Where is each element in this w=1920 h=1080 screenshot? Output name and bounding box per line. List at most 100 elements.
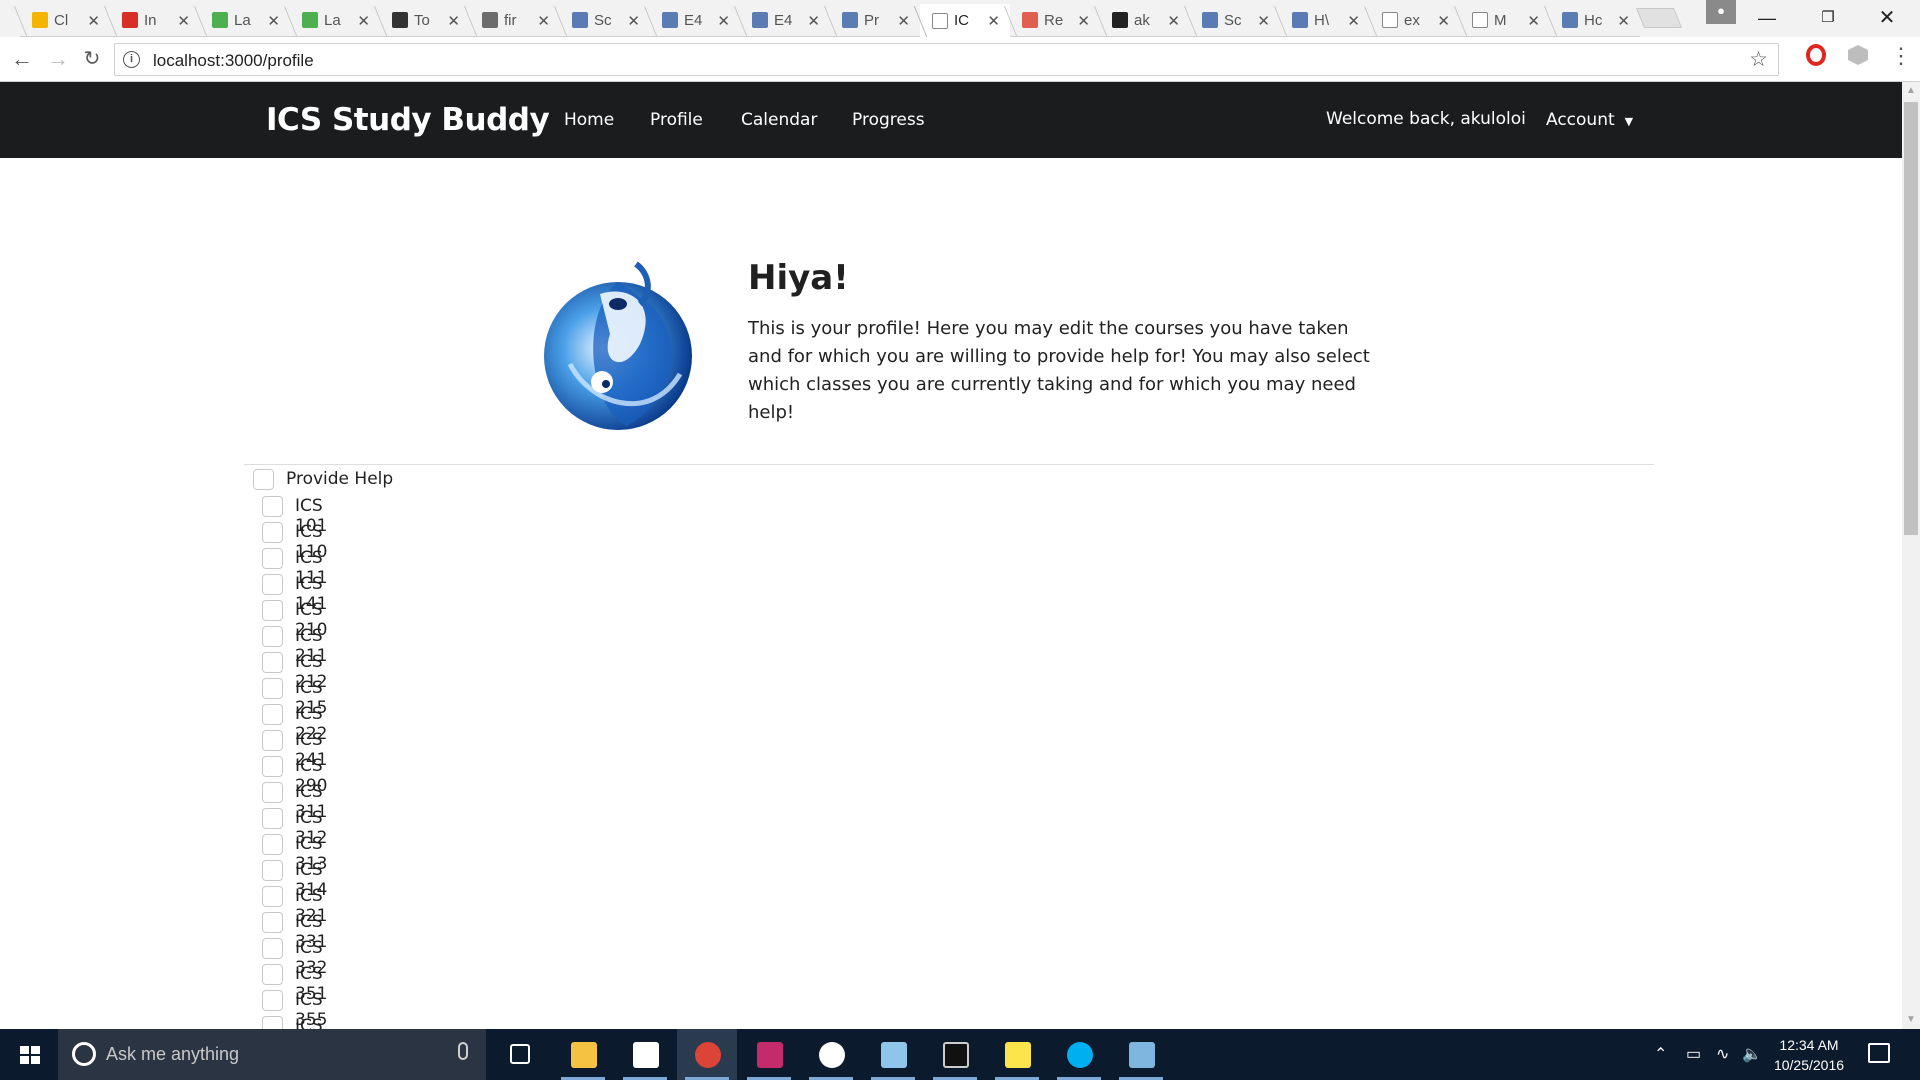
page-scrollbar[interactable]: ▲ ▼ [1902,82,1920,1029]
course-checkbox[interactable] [262,834,283,855]
show-hidden-icons-icon[interactable]: ⌃ [1654,1044,1667,1064]
tab-close-icon[interactable]: ✕ [447,12,460,30]
taskbar-skype[interactable] [1049,1029,1109,1080]
tab-close-icon[interactable]: ✕ [717,12,730,30]
course-checkbox[interactable] [262,652,283,673]
wifi-icon[interactable]: ∿ [1716,1044,1729,1064]
browser-tab[interactable]: ex ✕ [1370,4,1460,37]
tab-close-icon[interactable]: ✕ [987,12,1000,30]
tab-close-icon[interactable]: ✕ [627,12,640,30]
info-icon[interactable]: i [123,51,140,68]
course-checkbox[interactable] [262,600,283,621]
browser-tab[interactable]: IC ✕ [920,4,1010,37]
bookmark-star-icon[interactable]: ☆ [1749,47,1768,72]
course-checkbox[interactable] [262,782,283,803]
browser-profile-icon[interactable]: ● [1706,0,1736,24]
taskbar-store[interactable] [615,1029,675,1080]
nav-link-calendar[interactable]: Calendar [741,110,817,130]
course-checkbox[interactable] [262,808,283,829]
browser-menu-icon[interactable]: ⋮ [1890,43,1912,69]
browser-tab[interactable]: Hc ✕ [1550,4,1640,37]
tab-close-icon[interactable]: ✕ [537,12,550,30]
start-button[interactable] [0,1029,58,1080]
course-checkbox[interactable] [262,938,283,959]
browser-tab[interactable]: ak ✕ [1100,4,1190,37]
course-checkbox[interactable] [262,860,283,881]
nav-link-progress[interactable]: Progress [852,110,925,130]
cortana-search-box[interactable]: Ask me anything [58,1029,486,1080]
address-bar[interactable]: i localhost:3000/profile ☆ [114,43,1779,76]
tab-close-icon[interactable]: ✕ [1527,12,1540,30]
course-checkbox[interactable] [262,574,283,595]
browser-tab[interactable]: Cl ✕ [20,4,110,37]
taskbar-file-explorer[interactable] [553,1029,613,1080]
tab-close-icon[interactable]: ✕ [267,12,280,30]
browser-tab[interactable]: Sc ✕ [1190,4,1280,37]
action-center-icon[interactable] [1868,1043,1890,1063]
battery-icon[interactable]: ▭ [1686,1044,1701,1064]
tab-close-icon[interactable]: ✕ [1347,12,1360,30]
course-checkbox[interactable] [262,1016,283,1029]
scroll-up-icon[interactable]: ▲ [1902,82,1920,100]
scrollbar-thumb[interactable] [1904,102,1918,535]
browser-tab[interactable]: La ✕ [290,4,380,37]
tab-close-icon[interactable]: ✕ [357,12,370,30]
tab-close-icon[interactable]: ✕ [807,12,820,30]
extension-icon[interactable] [1848,45,1868,65]
course-checkbox[interactable] [262,626,283,647]
url-text[interactable]: localhost:3000/profile [153,51,314,71]
site-brand[interactable]: ICS Study Buddy [266,102,550,138]
browser-tab[interactable]: H\ ✕ [1280,4,1370,37]
taskbar-chrome[interactable] [677,1029,737,1080]
tab-close-icon[interactable]: ✕ [87,12,100,30]
tab-close-icon[interactable]: ✕ [897,12,910,30]
browser-tab[interactable]: Sc ✕ [560,4,650,37]
browser-tab[interactable]: E4 ✕ [740,4,830,37]
course-checkbox[interactable] [262,678,283,699]
taskbar-paint[interactable] [1111,1029,1171,1080]
taskbar-github[interactable] [801,1029,861,1080]
course-checkbox[interactable] [262,496,283,517]
taskbar-notepad[interactable] [863,1029,923,1080]
tab-close-icon[interactable]: ✕ [1077,12,1090,30]
nav-link-home[interactable]: Home [564,110,614,130]
minimize-icon[interactable]: — [1744,4,1790,32]
browser-tab[interactable]: fir ✕ [470,4,560,37]
course-checkbox[interactable] [262,730,283,751]
forward-icon[interactable]: → [44,45,72,73]
course-checkbox[interactable] [262,990,283,1011]
provide-help-checkbox[interactable] [253,469,274,490]
course-checkbox[interactable] [262,756,283,777]
new-tab-button[interactable] [1635,8,1683,28]
course-checkbox[interactable] [262,548,283,569]
browser-tab[interactable]: In ✕ [110,4,200,37]
tab-close-icon[interactable]: ✕ [177,12,190,30]
course-checkbox[interactable] [262,886,283,907]
reload-icon[interactable]: ↻ [78,45,106,73]
browser-tab[interactable]: La ✕ [200,4,290,37]
taskbar-sticky-notes[interactable] [987,1029,1047,1080]
browser-tab[interactable]: Re ✕ [1010,4,1100,37]
nav-link-profile[interactable]: Profile [650,110,703,130]
taskbar-terminal[interactable] [925,1029,985,1080]
course-checkbox[interactable] [262,964,283,985]
browser-tab[interactable]: M ✕ [1460,4,1550,37]
tab-close-icon[interactable]: ✕ [1617,12,1630,30]
taskbar-intellij[interactable] [739,1029,799,1080]
volume-icon[interactable]: 🔈 [1742,1044,1762,1064]
course-checkbox[interactable] [262,912,283,933]
microphone-icon[interactable] [458,1042,468,1060]
account-dropdown[interactable]: Account ▼ [1546,110,1633,130]
browser-tab[interactable]: To ✕ [380,4,470,37]
opera-extension-icon[interactable] [1806,44,1826,66]
tab-close-icon[interactable]: ✕ [1437,12,1450,30]
course-checkbox[interactable] [262,704,283,725]
browser-tab[interactable]: E4 ✕ [650,4,740,37]
back-icon[interactable]: ← [8,45,36,73]
taskbar-task-view[interactable] [490,1029,550,1080]
tab-close-icon[interactable]: ✕ [1167,12,1180,30]
scroll-down-icon[interactable]: ▼ [1902,1011,1920,1029]
restore-icon[interactable]: ❐ [1805,4,1851,32]
tab-close-icon[interactable]: ✕ [1257,12,1270,30]
course-checkbox[interactable] [262,522,283,543]
